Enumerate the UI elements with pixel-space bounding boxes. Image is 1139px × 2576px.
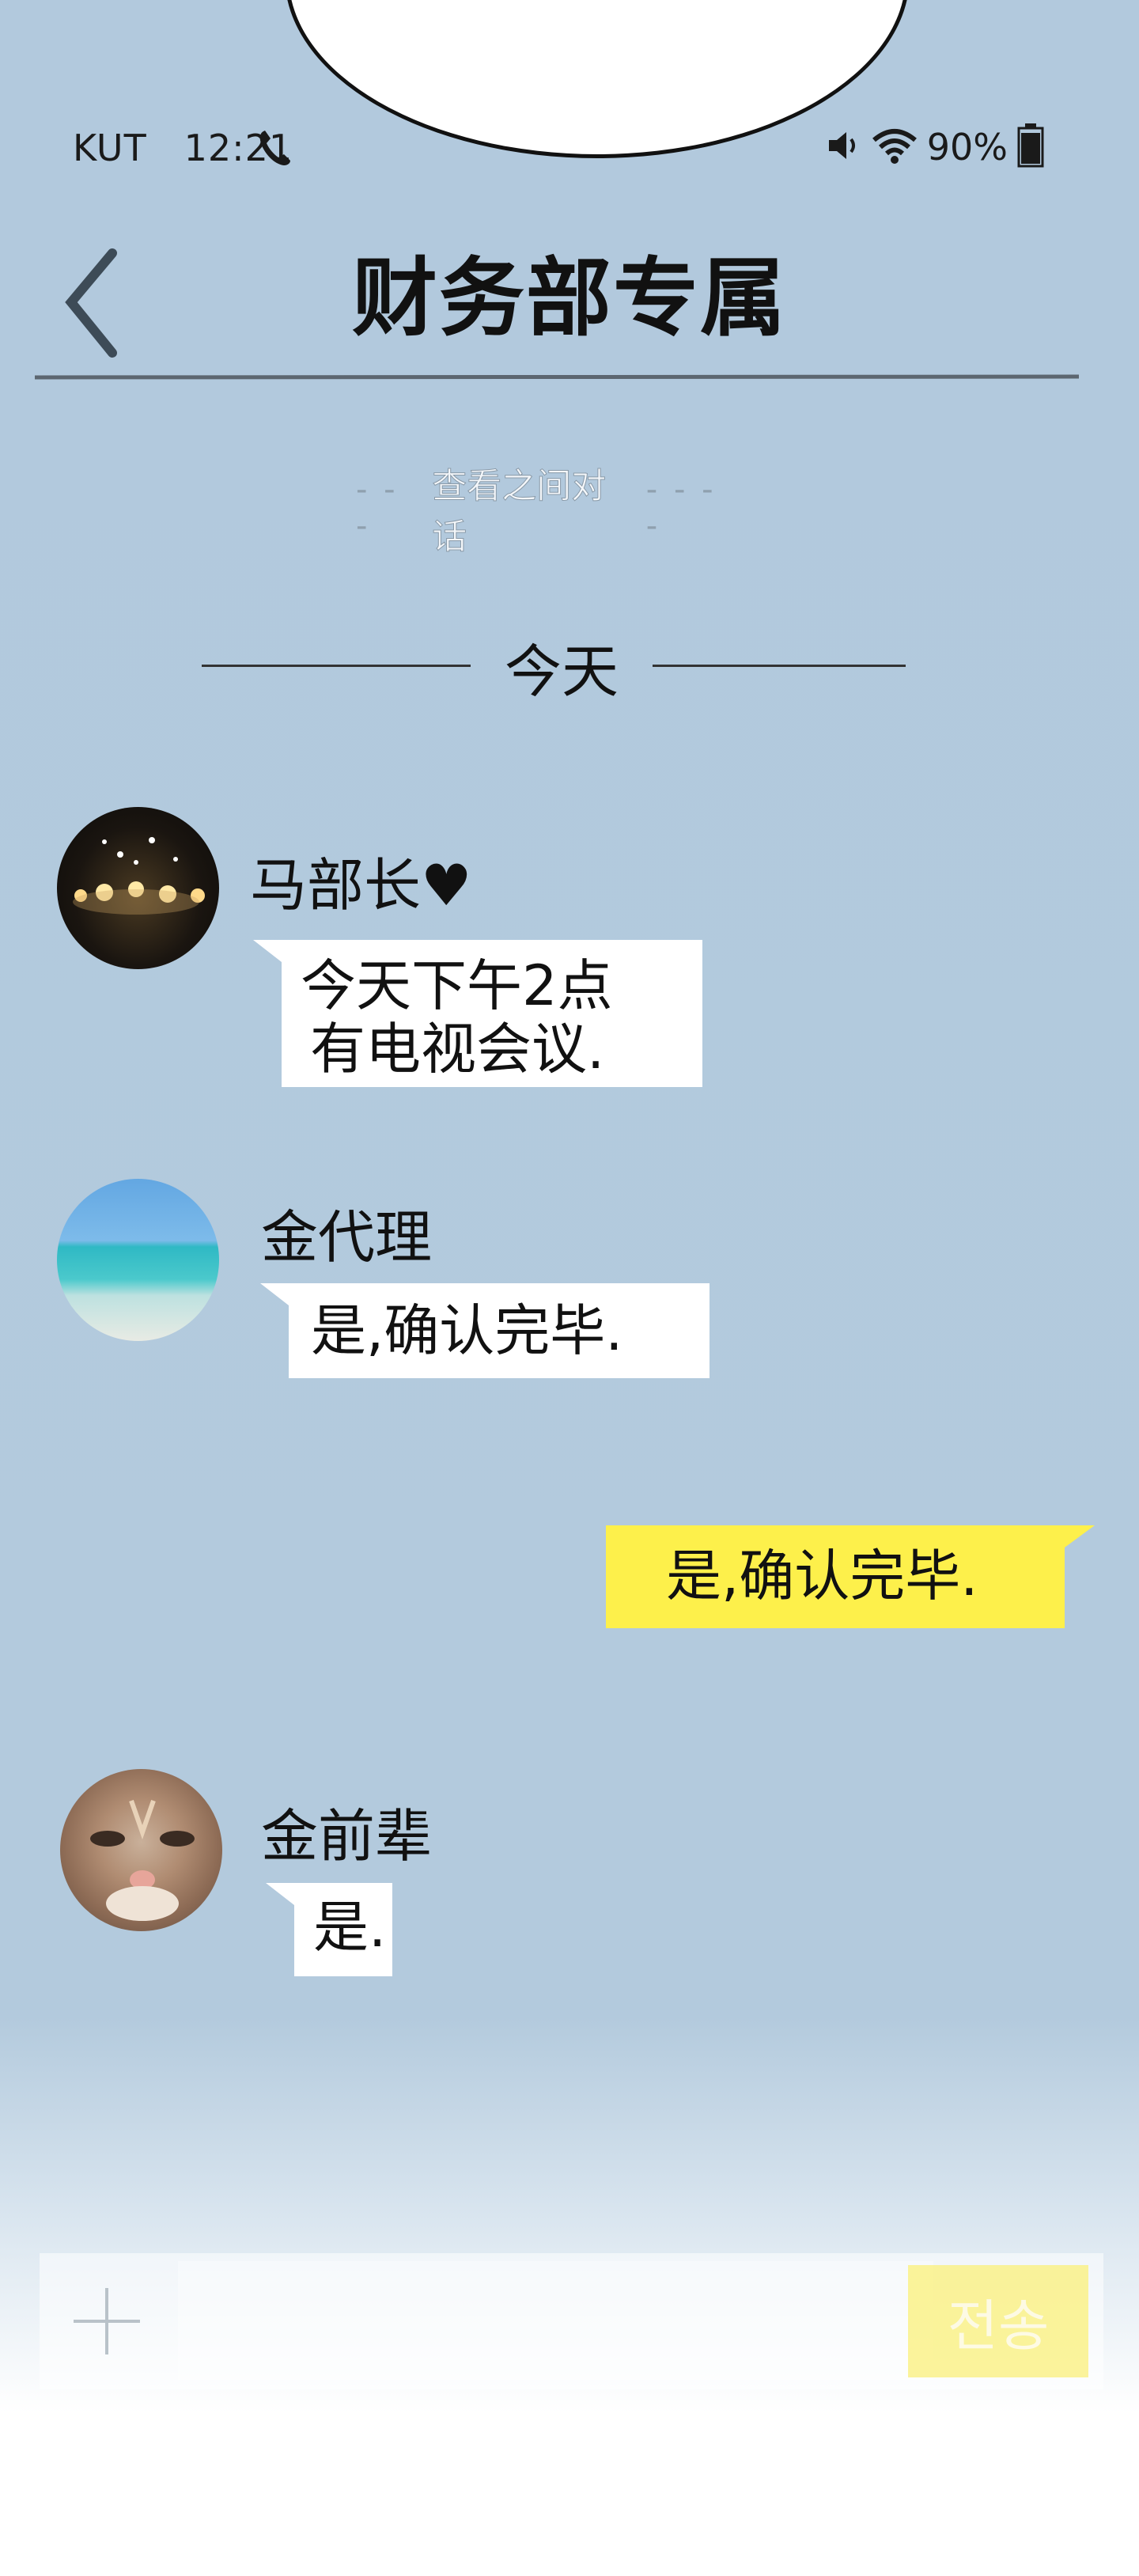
status-bar: KUT 12:21 90%	[0, 119, 1139, 182]
message-line: 是,确认完毕.	[666, 1544, 978, 1608]
message-line: 是.	[313, 1895, 387, 1960]
date-separator: 今天	[202, 625, 906, 705]
phone-icon	[257, 128, 292, 171]
date-label: 今天	[504, 638, 619, 705]
view-history-label: 查看之间对话	[432, 466, 607, 558]
message-line: 有电视会议.	[310, 1017, 605, 1082]
header-divider	[34, 374, 1080, 380]
message-line: 是,确认完毕.	[311, 1298, 623, 1363]
separator-line-left	[202, 665, 471, 667]
message-bubble[interactable]: 今天下午2点 有电视会议.	[253, 940, 702, 1087]
battery-percent: 90%	[926, 126, 1008, 169]
candles-image	[73, 837, 205, 915]
volume-icon	[826, 128, 862, 166]
bubble-tail	[266, 1883, 294, 1905]
message-input[interactable]	[178, 2261, 933, 2380]
bubble-tail	[253, 940, 282, 962]
avatar-sea[interactable]	[57, 1179, 219, 1341]
attach-button[interactable]	[40, 2253, 174, 2389]
message-input-bar: 전송	[40, 2253, 1103, 2389]
message-line: 今天下午2点	[301, 953, 613, 1018]
avatar-cat[interactable]	[60, 1769, 222, 1931]
dash-left: - - -	[356, 472, 399, 544]
sender-name: 金前辈	[261, 1803, 433, 1869]
bubble-tail	[1065, 1525, 1095, 1547]
separator-line-right	[653, 665, 906, 667]
avatar-candles[interactable]	[57, 807, 219, 969]
bubble-tail	[260, 1283, 289, 1305]
message-bubble[interactable]: 是,确认完毕.	[260, 1283, 710, 1378]
status-icons: 90%	[826, 123, 1044, 171]
my-message-bubble[interactable]: 是,确认完毕.	[606, 1525, 1095, 1628]
dash-right: - - - -	[645, 472, 717, 544]
wifi-icon	[872, 127, 918, 167]
chat-header: 财务部专属	[0, 206, 1139, 388]
message-bubble[interactable]: 是.	[266, 1883, 392, 1976]
view-history-link[interactable]: - - - 查看之间对话 - - - -	[356, 466, 744, 558]
battery-icon	[1017, 123, 1044, 171]
page-title: 财务部专属	[351, 249, 787, 348]
sender-name: 马部长♥	[250, 852, 472, 919]
send-button[interactable]: 전송	[908, 2265, 1088, 2377]
plus-icon	[74, 2288, 140, 2354]
cat-image	[90, 1800, 195, 1921]
sender-name: 金代理	[261, 1204, 433, 1271]
